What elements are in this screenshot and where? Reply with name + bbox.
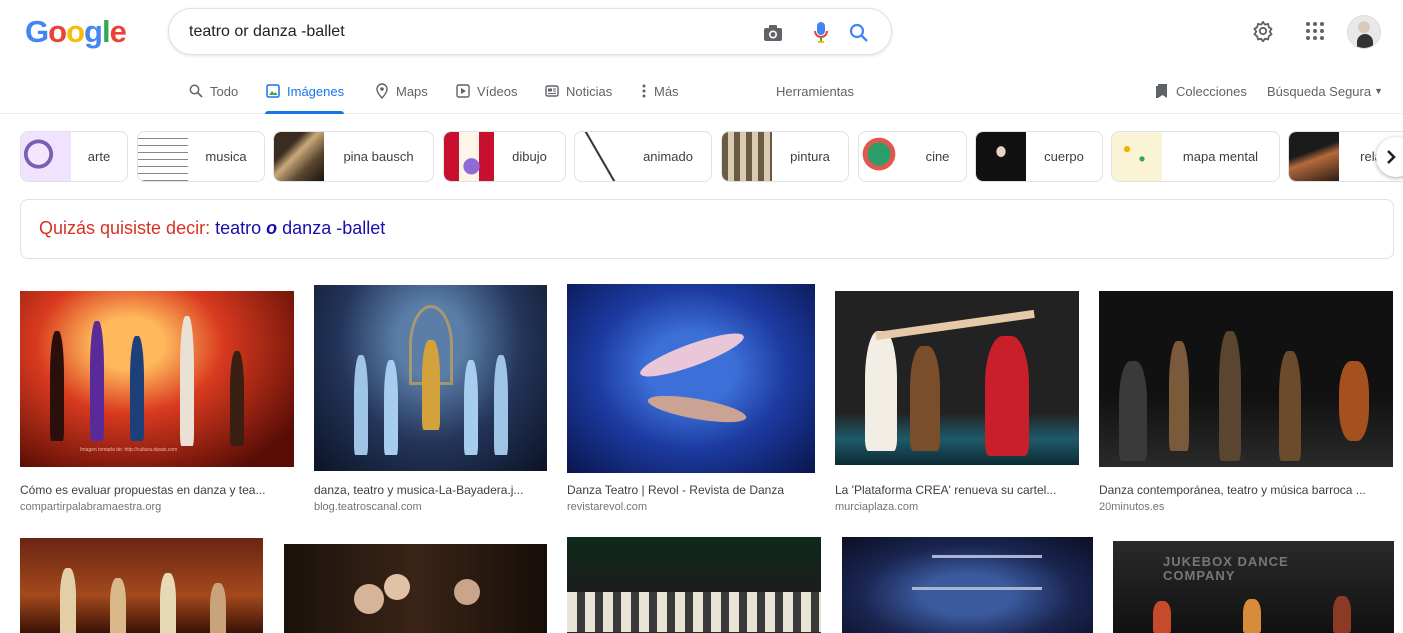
- image-overlay-text: JUKEBOX DANCE COMPANY: [1163, 554, 1289, 583]
- chip-animado[interactable]: animado: [574, 131, 712, 182]
- chip-dibujo[interactable]: dibujo: [443, 131, 566, 182]
- camera-icon[interactable]: [761, 21, 785, 45]
- play-icon: [455, 83, 471, 99]
- result-title[interactable]: danza, teatro y musica-La-Bayadera.j...: [314, 483, 547, 497]
- result-source[interactable]: revistarevol.com: [567, 501, 647, 513]
- result-title[interactable]: Cómo es evaluar propuestas en danza y te…: [20, 483, 294, 497]
- tab-maps[interactable]: Maps: [374, 68, 428, 114]
- search-tabs: Todo Imágenes Maps Vídeos Noticias Más H…: [0, 68, 1403, 114]
- did-you-mean-label: Quizás quisiste decir:: [39, 218, 211, 238]
- tools-button[interactable]: Herramientas: [776, 68, 854, 114]
- result-thumbnail[interactable]: [314, 285, 547, 471]
- chip-thumbnail: [138, 132, 188, 181]
- result-thumbnail[interactable]: [20, 538, 263, 633]
- result-source[interactable]: blog.teatroscanal.com: [314, 501, 422, 513]
- did-you-mean-box: Quizás quisiste decir: teatro o danza -b…: [20, 199, 1394, 259]
- gear-icon[interactable]: [1248, 16, 1278, 46]
- image-result[interactable]: [284, 544, 547, 633]
- chip-thumbnail: [1289, 132, 1339, 181]
- caret-down-icon: ▼: [1374, 86, 1384, 96]
- image-result[interactable]: [842, 537, 1093, 633]
- chip-pina-bausch[interactable]: pina bausch: [273, 131, 434, 182]
- more-vert-icon: [640, 83, 648, 99]
- chip-thumbnail: [444, 132, 494, 181]
- result-thumbnail[interactable]: [567, 284, 815, 473]
- search-icon[interactable]: [847, 21, 871, 45]
- tab-videos[interactable]: Vídeos: [455, 68, 517, 114]
- search-icon: [188, 83, 204, 99]
- image-icon: [265, 83, 281, 99]
- news-icon: [544, 83, 560, 99]
- tab-noticias[interactable]: Noticias: [544, 68, 612, 114]
- chip-thumbnail: [722, 132, 772, 181]
- tab-todo[interactable]: Todo: [188, 68, 238, 114]
- result-thumbnail[interactable]: [567, 537, 821, 633]
- chip-musica[interactable]: musica: [137, 131, 265, 182]
- image-result[interactable]: JUKEBOX DANCE COMPANY: [1113, 541, 1394, 633]
- result-source[interactable]: 20minutos.es: [1099, 501, 1164, 513]
- safe-search-toggle[interactable]: Búsqueda Segura ▼: [1267, 68, 1383, 114]
- image-caption: Imagen tomada de: http://cultura.elpais.…: [80, 447, 178, 453]
- chip-thumbnail: [1112, 132, 1162, 181]
- chip-cine[interactable]: cine: [858, 131, 967, 182]
- mic-icon[interactable]: [809, 21, 833, 45]
- result-source[interactable]: compartirpalabramaestra.org: [20, 501, 161, 513]
- avatar[interactable]: [1347, 15, 1381, 49]
- result-title[interactable]: Danza Teatro | Revol - Revista de Danza: [567, 483, 815, 497]
- chip-cuerpo[interactable]: cuerpo: [975, 131, 1103, 182]
- chip-mapa-mental[interactable]: mapa mental: [1111, 131, 1280, 182]
- bookmark-icon: [1154, 83, 1170, 99]
- result-thumbnail[interactable]: [1099, 291, 1393, 467]
- chip-thumbnail: [976, 132, 1026, 181]
- tab-mas[interactable]: Más: [640, 68, 679, 114]
- chip-thumbnail: [859, 132, 909, 181]
- suggested-query-link[interactable]: teatro o danza -ballet: [215, 218, 385, 238]
- result-thumbnail[interactable]: Imagen tomada de: http://cultura.elpais.…: [20, 291, 294, 467]
- search-input[interactable]: [189, 21, 749, 43]
- image-result[interactable]: [567, 537, 821, 633]
- chip-thumbnail: [274, 132, 324, 181]
- chip-thumbnail: [575, 132, 625, 181]
- search-box: [168, 8, 892, 55]
- result-title[interactable]: La 'Plataforma CREA' renueva su cartel..…: [835, 483, 1079, 497]
- apps-grid-icon[interactable]: [1300, 16, 1330, 46]
- chevron-right-icon: [1387, 150, 1396, 164]
- google-logo[interactable]: Google: [25, 14, 127, 50]
- result-thumbnail[interactable]: [284, 544, 547, 633]
- result-thumbnail[interactable]: [835, 291, 1079, 465]
- result-title[interactable]: Danza contemporánea, teatro y música bar…: [1099, 483, 1393, 497]
- tab-imagenes[interactable]: Imágenes: [265, 68, 345, 114]
- image-result[interactable]: [20, 538, 263, 633]
- chip-pintura[interactable]: pintura: [721, 131, 849, 182]
- collections-link[interactable]: Colecciones: [1154, 68, 1247, 114]
- chip-arte[interactable]: arte: [20, 131, 128, 182]
- result-thumbnail[interactable]: [842, 537, 1093, 633]
- result-source[interactable]: murciaplaza.com: [835, 501, 918, 513]
- map-pin-icon: [374, 83, 390, 99]
- result-thumbnail[interactable]: JUKEBOX DANCE COMPANY: [1113, 541, 1394, 633]
- chip-thumbnail: [21, 132, 71, 181]
